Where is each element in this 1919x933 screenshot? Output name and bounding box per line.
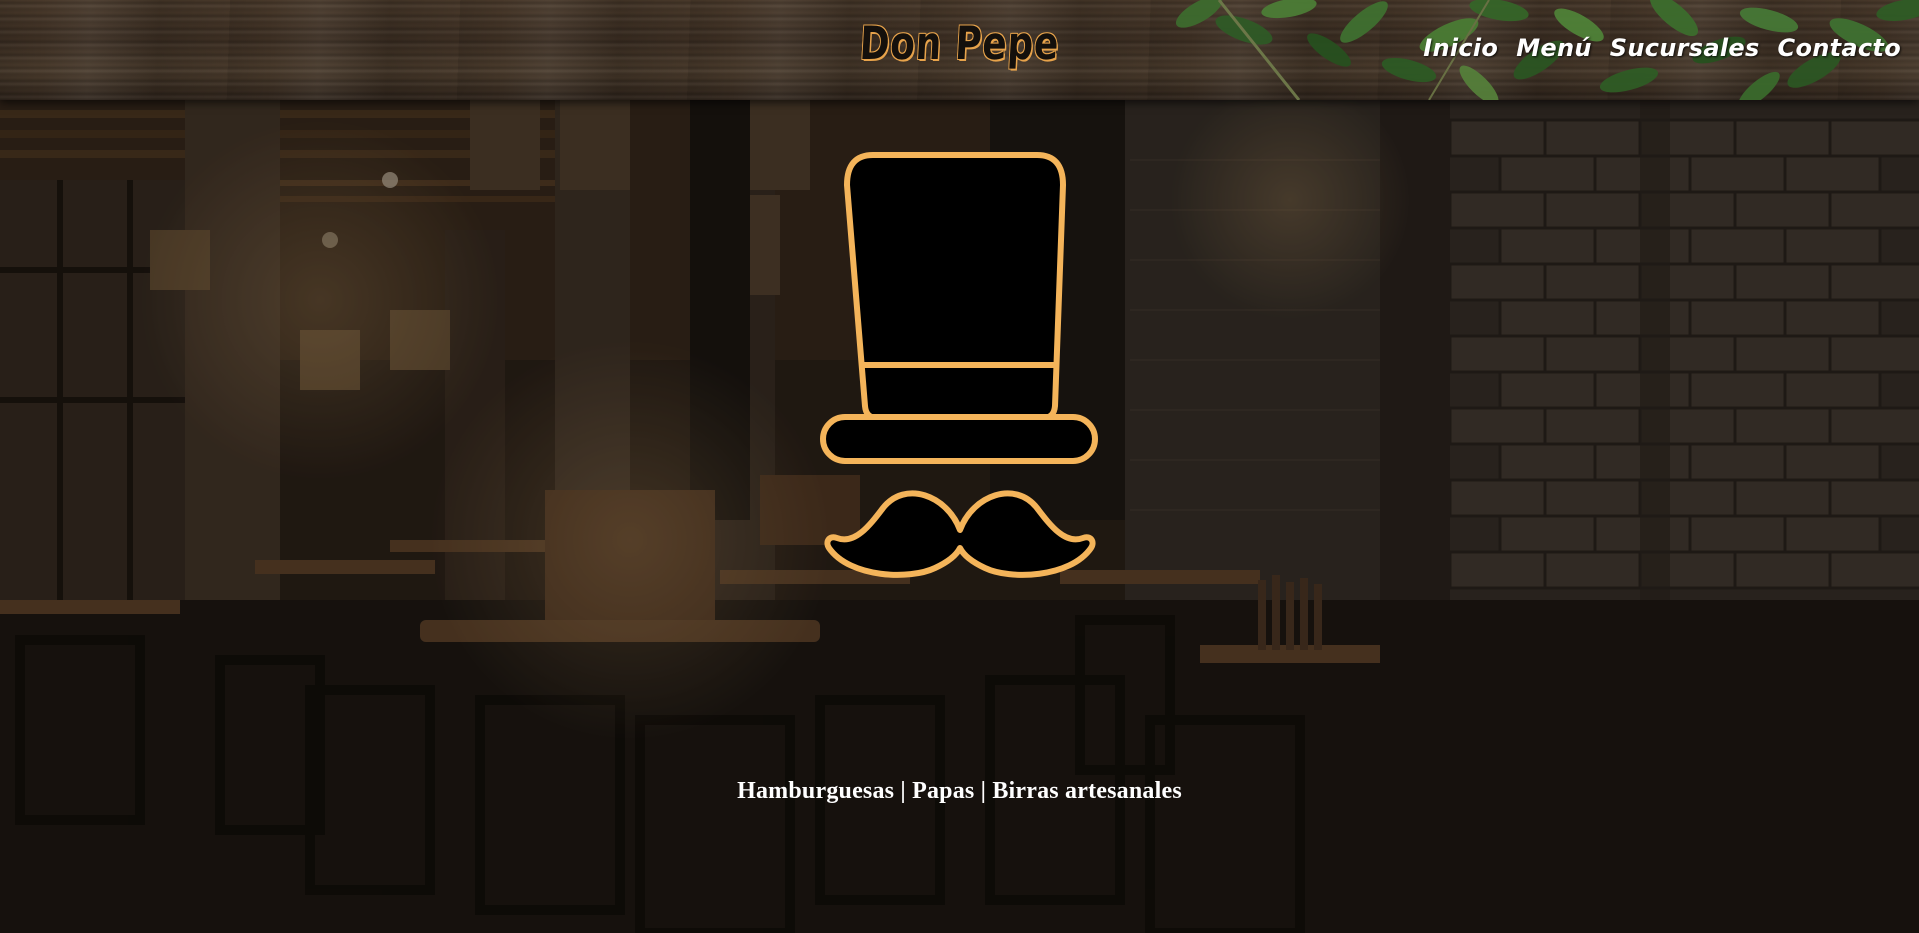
brand-name: Don Pepe	[858, 16, 1061, 70]
page: Don Pepe Inicio Menú Sucursales Contacto	[0, 0, 1919, 933]
nav-link-inicio[interactable]: Inicio	[1423, 34, 1498, 62]
tagline: Hamburguesas | Papas | Birras artesanale…	[737, 778, 1182, 804]
main-nav: Inicio Menú Sucursales Contacto	[1423, 34, 1901, 62]
nav-link-sucursales[interactable]: Sucursales	[1610, 34, 1760, 62]
nav-link-contacto[interactable]: Contacto	[1778, 34, 1901, 62]
hero-section: Hamburguesas | Papas | Birras artesanale…	[0, 100, 1919, 933]
site-header: Don Pepe Inicio Menú Sucursales Contacto	[0, 0, 1919, 100]
nav-link-menu[interactable]: Menú	[1516, 34, 1592, 62]
top-hat-mustache-icon	[820, 152, 1098, 578]
